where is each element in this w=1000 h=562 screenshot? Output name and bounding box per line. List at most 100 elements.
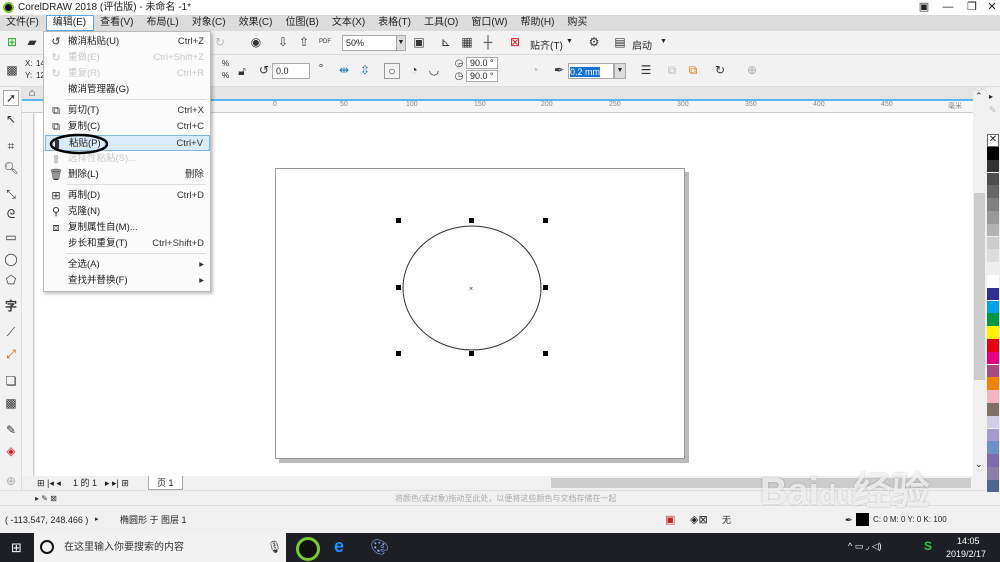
menu-item-9[interactable]: ⊞ 再制(D) Ctrl+D: [45, 188, 210, 204]
color-swatch[interactable]: [987, 236, 999, 250]
zoom-level-field[interactable]: 50%: [342, 35, 397, 51]
color-swatch[interactable]: [987, 300, 999, 314]
color-swatch[interactable]: [987, 415, 999, 429]
scroll-thumb[interactable]: [974, 193, 985, 380]
menu-item-0[interactable]: ↺ 撤消粘贴(U) Ctrl+Z: [45, 34, 210, 50]
account-icon[interactable]: ▣: [912, 0, 936, 15]
show-grid-icon[interactable]: ▦: [459, 35, 475, 51]
page-tab-1[interactable]: 页 1: [148, 476, 183, 490]
eyedropper-icon[interactable]: ✎: [3, 423, 19, 439]
menu-table[interactable]: 表格(T): [372, 15, 418, 31]
direction-icon[interactable]: ◔: [527, 63, 543, 79]
color-swatch[interactable]: [987, 223, 999, 237]
wrap-text-icon[interactable]: ☰: [638, 63, 654, 79]
full-screen-icon[interactable]: ▣: [411, 35, 427, 51]
pie-icon[interactable]: ◔: [406, 63, 422, 79]
security-app-icon[interactable]: S: [924, 539, 932, 553]
start-angle-field[interactable]: 90.0 °: [466, 57, 498, 69]
redo-icon[interactable]: ↻: [212, 35, 228, 51]
menu-layout[interactable]: 布局(L): [140, 15, 185, 31]
menu-item-14[interactable]: 查找并替换(F) ▸: [45, 273, 210, 289]
outline-width-field[interactable]: 0.2 mm: [568, 63, 614, 79]
show-guidelines-icon[interactable]: ┼: [480, 35, 496, 51]
selection-handle[interactable]: [543, 351, 548, 356]
close-button[interactable]: ✕: [980, 0, 1000, 15]
color-swatch[interactable]: [987, 326, 999, 339]
clock-time[interactable]: 14:05: [957, 536, 980, 546]
launch-dropdown[interactable]: 启动: [632, 37, 652, 52]
open-folder-icon[interactable]: ▰: [24, 35, 40, 51]
outline-width-dropdown[interactable]: ▼: [614, 63, 626, 79]
vertical-scrollbar[interactable]: ⌃ ⌄: [973, 91, 986, 476]
color-swatch[interactable]: [987, 364, 999, 378]
color-swatch[interactable]: [987, 185, 999, 198]
color-swatch[interactable]: [987, 339, 999, 352]
launcher-icon[interactable]: ▤: [612, 35, 628, 51]
show-rulers-icon[interactable]: ⊾: [438, 35, 454, 51]
menu-help[interactable]: 帮助(H): [515, 15, 562, 31]
snap-to-dropdown[interactable]: 贴齐(T): [530, 37, 563, 52]
menu-buy[interactable]: 购买: [561, 15, 594, 31]
color-proofing-icon[interactable]: ▣: [665, 506, 675, 534]
polygon-tool-icon[interactable]: ⬠: [3, 273, 19, 289]
color-swatch[interactable]: [987, 147, 999, 160]
pick-tool-icon[interactable]: ➚: [3, 90, 19, 106]
color-swatch[interactable]: [987, 441, 999, 454]
zoom-tool-icon[interactable]: 🔍︎: [3, 161, 19, 177]
microphone-icon[interactable]: 🎙︎: [267, 540, 282, 554]
color-swatch[interactable]: [987, 467, 999, 480]
color-swatch[interactable]: [987, 198, 999, 211]
color-swatch[interactable]: [987, 313, 999, 326]
selection-handle[interactable]: [469, 351, 474, 356]
shape-tool-icon[interactable]: ↖: [3, 112, 19, 128]
palette-menu-icon[interactable]: ▸: [989, 92, 993, 101]
menu-bitmaps[interactable]: 位图(B): [279, 15, 325, 31]
tray-icons[interactable]: ^ ▭ ◞ ◁): [848, 541, 882, 552]
windows-start-icon[interactable]: ⊞: [11, 540, 22, 556]
color-swatch[interactable]: [987, 275, 999, 288]
clock-date[interactable]: 2019/2/17: [946, 549, 986, 559]
status-arrow-icon[interactable]: ▸: [95, 506, 99, 534]
freehand-tool-icon[interactable]: ⤡: [3, 187, 19, 203]
vertical-ruler[interactable]: [22, 113, 34, 476]
color-swatch[interactable]: [987, 211, 999, 224]
corel-connect-icon[interactable]: ◉: [248, 35, 264, 51]
zoom-dropdown-arrow[interactable]: ▼: [396, 35, 406, 51]
menu-item-10[interactable]: ⚲ 克隆(N): [45, 204, 210, 220]
mirror-horizontal-icon[interactable]: ⇹: [336, 63, 352, 79]
color-swatch[interactable]: [987, 262, 999, 275]
export-icon[interactable]: ⇧: [296, 35, 312, 51]
ellipse-icon[interactable]: ○: [384, 63, 400, 79]
connector-tool-icon[interactable]: ⤢: [3, 347, 19, 363]
paint-app-icon[interactable]: 🎨︎: [370, 538, 389, 556]
pdf-icon[interactable]: PDF: [317, 35, 333, 51]
color-swatch[interactable]: [987, 390, 999, 403]
crop-tool-icon[interactable]: ⌗: [3, 139, 19, 155]
color-swatch[interactable]: [987, 172, 999, 186]
menu-file[interactable]: 文件(F): [0, 15, 46, 31]
add-icon[interactable]: ⊕: [744, 63, 760, 79]
doc-palette-icons[interactable]: ▸ ✎ ⊠: [35, 491, 57, 506]
color-swatch[interactable]: [987, 454, 999, 467]
scroll-up-icon[interactable]: ⌃: [975, 91, 983, 102]
palette-eyedropper-icon[interactable]: ✎: [989, 105, 997, 116]
transparency-icon[interactable]: ▩: [3, 396, 19, 412]
mirror-vertical-icon[interactable]: ⇳: [357, 63, 373, 79]
new-document-icon[interactable]: ⊞: [4, 35, 20, 51]
selection-handle[interactable]: [396, 218, 401, 223]
menu-item-4[interactable]: ⧉ 剪切(T) Ctrl+X: [45, 103, 210, 119]
color-swatch[interactable]: [987, 351, 999, 365]
selection-handle[interactable]: [543, 285, 548, 290]
lock-ratio-icon[interactable]: 🔓︎: [234, 64, 250, 80]
rotation-field[interactable]: 0.0: [272, 63, 310, 79]
selection-handle[interactable]: [469, 218, 474, 223]
scroll-down-icon[interactable]: ⌄: [975, 459, 983, 470]
menu-item-3[interactable]: 撤消管理器(G): [45, 82, 210, 98]
menu-window[interactable]: 窗口(W): [465, 15, 514, 31]
color-swatch[interactable]: [987, 249, 999, 262]
ellipse-tool-icon[interactable]: ◯: [3, 252, 19, 268]
menu-text[interactable]: 文本(X): [326, 15, 372, 31]
menu-edit[interactable]: 编辑(E): [45, 15, 95, 31]
menu-item-13[interactable]: 全选(A) ▸: [45, 257, 210, 273]
menu-item-8[interactable]: 🗑︎ 删除(L) 删除: [45, 167, 210, 183]
